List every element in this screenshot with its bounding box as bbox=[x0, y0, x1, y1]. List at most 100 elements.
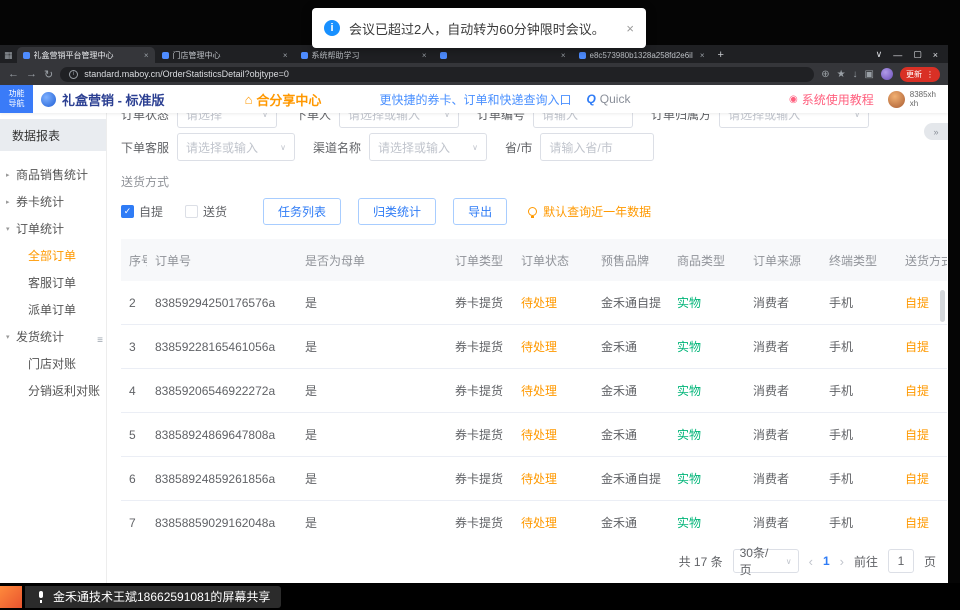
table-cell: 是 bbox=[297, 514, 447, 531]
filter-select[interactable]: 请选择或输入∨ bbox=[177, 133, 295, 161]
table-row[interactable]: 483859206546922272a是券卡提货待处理金禾通实物消费者手机自提 bbox=[121, 369, 947, 413]
sidebar-item[interactable]: 分销返利对账 bbox=[0, 377, 106, 404]
browser-tab[interactable]: e8c573980b1328a258fd2e6il × bbox=[573, 47, 711, 63]
filter-group: 下单人请选择或输入∨ bbox=[295, 113, 459, 128]
reload-icon[interactable]: ↻ bbox=[44, 68, 53, 81]
checkbox-label: 送货 bbox=[203, 203, 227, 220]
sidebar-item[interactable]: 门店对账 bbox=[0, 350, 106, 377]
site-info-icon[interactable]: i bbox=[69, 70, 78, 79]
table-cell: 83859228165461056a bbox=[147, 340, 297, 354]
delivery-checkbox[interactable]: ✓自提 bbox=[121, 203, 163, 220]
chevron-down-icon: ∨ bbox=[472, 143, 478, 152]
profile-avatar[interactable] bbox=[881, 68, 893, 80]
main-content: 订单状态请选择∨下单人请选择或输入∨订单编号请输入订单归属方请选择或输入∨ 下单… bbox=[107, 113, 948, 583]
share-center-link[interactable]: ⌂ 合分享中心 bbox=[245, 90, 322, 109]
tab-close-icon[interactable]: × bbox=[561, 51, 566, 60]
back-icon[interactable]: ← bbox=[8, 68, 19, 80]
filter-group: 下单客服请选择或输入∨ bbox=[121, 133, 295, 161]
address-bar[interactable]: i standard.maboy.cn/OrderStatisticsDetai… bbox=[60, 67, 814, 82]
sidebar-item[interactable]: ▾订单统计 bbox=[0, 215, 106, 242]
action-button[interactable]: 任务列表 bbox=[263, 198, 341, 225]
sidebar-item[interactable]: 客服订单 bbox=[0, 269, 106, 296]
browser-tab[interactable]: 系统帮助学习× bbox=[295, 47, 433, 63]
function-nav-toggle[interactable]: 功能 导航 bbox=[0, 85, 33, 113]
next-page-icon[interactable]: › bbox=[840, 554, 844, 569]
table-cell: 待处理 bbox=[513, 382, 593, 399]
page-size-select[interactable]: 30条/页 ∨ bbox=[733, 549, 799, 573]
table-row[interactable]: 283859294250176576a是券卡提货待处理金禾通自提实物消费者手机自… bbox=[121, 281, 947, 325]
tab-close-icon[interactable]: × bbox=[422, 51, 427, 60]
delivery-label: 送货方式 bbox=[121, 173, 948, 190]
minimize-icon[interactable]: — bbox=[893, 50, 902, 60]
action-button[interactable]: 归类统计 bbox=[358, 198, 436, 225]
goto-page-input[interactable]: 1 bbox=[888, 549, 914, 573]
column-header: 终端类型 bbox=[821, 252, 897, 269]
filter-group: 省/市请输入省/市 bbox=[505, 133, 654, 161]
filter-select[interactable]: 请选择∨ bbox=[177, 113, 277, 128]
maximize-icon[interactable]: ▢ bbox=[913, 49, 922, 60]
filter-input[interactable]: 请输入省/市 bbox=[540, 133, 654, 161]
action-button[interactable]: 导出 bbox=[453, 198, 507, 225]
filter-row-1: 订单状态请选择∨下单人请选择或输入∨订单编号请输入订单归属方请选择或输入∨ bbox=[121, 113, 948, 128]
tab-close-icon[interactable]: × bbox=[283, 51, 288, 60]
share-page-icon[interactable]: ⊕ bbox=[821, 69, 829, 80]
sidebar-item[interactable]: ▸商品销售统计 bbox=[0, 161, 106, 188]
sidebar-item[interactable]: ▾发货统计 bbox=[0, 323, 106, 350]
tab-title: e8c573980b1328a258fd2e6il bbox=[590, 51, 696, 60]
expand-filters-button[interactable]: » bbox=[924, 123, 948, 140]
tab-close-icon[interactable]: × bbox=[144, 51, 149, 60]
extensions-icon[interactable]: ▣ bbox=[865, 69, 874, 80]
browser-tab[interactable]: × bbox=[434, 47, 572, 63]
table-row[interactable]: 383859228165461056a是券卡提货待处理金禾通实物消费者手机自提 bbox=[121, 325, 947, 369]
filter-select[interactable]: 请选择或输入∨ bbox=[719, 113, 869, 128]
table-cell: 金禾通 bbox=[593, 382, 669, 399]
new-tab-button[interactable]: + bbox=[718, 49, 724, 61]
table-cell: 6 bbox=[121, 472, 147, 486]
sidebar-item[interactable]: ▸券卡统计 bbox=[0, 188, 106, 215]
quick-entry-link[interactable]: 更快捷的券卡、订单和快递查询入口 bbox=[379, 91, 571, 108]
screen: i 会议已超过2人，自动转为60分钟限时会议。 × ▦ 礼盒营销平台管理中心×门… bbox=[0, 0, 960, 610]
tab-search-icon[interactable]: ∨ bbox=[876, 49, 883, 60]
table-cell: 金禾通自提 bbox=[593, 294, 669, 311]
table-row[interactable]: 583858924869647808a是券卡提货待处理金禾通实物消费者手机自提 bbox=[121, 413, 947, 457]
tab-close-icon[interactable]: × bbox=[700, 51, 705, 60]
sidebar-item[interactable]: 全部订单 bbox=[0, 242, 106, 269]
table-row[interactable]: 783858859029162048a是券卡提货待处理金禾通实物消费者手机自提 bbox=[121, 501, 947, 537]
sidebar-items: ▸商品销售统计▸券卡统计▾订单统计全部订单客服订单派单订单▾发货统计门店对账分销… bbox=[0, 161, 106, 404]
table-cell: 金禾通 bbox=[593, 426, 669, 443]
sidebar-item[interactable]: 派单订单 bbox=[0, 296, 106, 323]
table-cell: 券卡提货 bbox=[447, 382, 513, 399]
screen-share-bar: 金禾通技术王斌18662591081的屏幕共享 bbox=[0, 583, 960, 610]
bookmark-star-icon[interactable]: ★ bbox=[837, 69, 846, 80]
filter-select[interactable]: 请选择或输入∨ bbox=[369, 133, 487, 161]
user-menu[interactable]: 8385xh xh bbox=[888, 90, 936, 108]
placeholder-text: 请输入 bbox=[542, 113, 578, 123]
browser-tab[interactable]: 门店管理中心× bbox=[156, 47, 294, 63]
vertical-scrollbar[interactable] bbox=[940, 290, 945, 322]
forward-icon[interactable]: → bbox=[26, 68, 37, 80]
browser-tab[interactable]: 礼盒营销平台管理中心× bbox=[17, 47, 155, 63]
update-button[interactable]: 更新 ⋮ bbox=[900, 67, 940, 82]
window-close-icon[interactable]: × bbox=[933, 50, 938, 60]
current-page[interactable]: 1 bbox=[823, 554, 830, 568]
toast-close-icon[interactable]: × bbox=[626, 21, 634, 36]
chevron-down-icon: ∨ bbox=[280, 143, 286, 152]
column-header: 订单类型 bbox=[447, 252, 513, 269]
share-status-pill: 金禾通技术王斌18662591081的屏幕共享 bbox=[25, 586, 281, 608]
total-count: 共 17 条 bbox=[679, 553, 723, 570]
tutorial-link[interactable]: ◉ 系统使用教程 bbox=[789, 91, 874, 108]
download-icon[interactable]: ↓ bbox=[853, 69, 858, 80]
delivery-checkbox[interactable]: 送货 bbox=[185, 203, 227, 220]
table-cell: 自提 bbox=[897, 514, 947, 531]
filter-input[interactable]: 请输入 bbox=[533, 113, 633, 128]
filter-select[interactable]: 请选择或输入∨ bbox=[339, 113, 459, 128]
tab-grid-icon[interactable]: ▦ bbox=[4, 50, 13, 61]
table-cell: 5 bbox=[121, 428, 147, 442]
quick-search[interactable]: Q Quick bbox=[586, 92, 630, 106]
table-row[interactable]: 683858924859261856a是券卡提货待处理金禾通自提实物消费者手机自… bbox=[121, 457, 947, 501]
prev-page-icon[interactable]: ‹ bbox=[809, 554, 813, 569]
sidebar-collapse-icon[interactable]: ≡ bbox=[97, 335, 103, 346]
chevron-icon: ▾ bbox=[6, 225, 16, 233]
tab-favicon-icon bbox=[440, 52, 447, 59]
sidebar-item-label: 分销返利对账 bbox=[28, 382, 100, 399]
